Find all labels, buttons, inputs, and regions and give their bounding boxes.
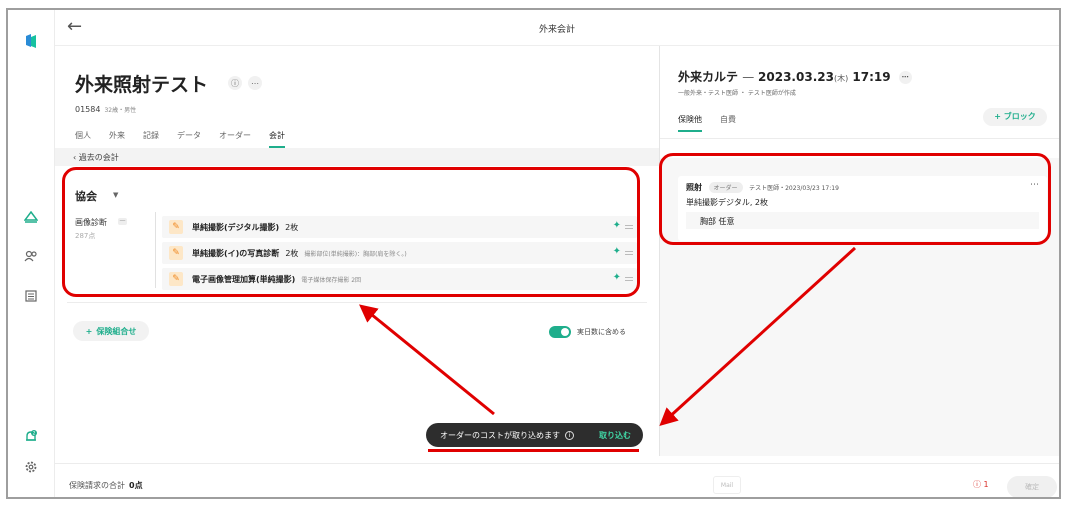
annotation-arrow-billing: [359, 304, 495, 416]
annotation-arrows: [359, 246, 857, 427]
annotation-arrow-order: [659, 246, 857, 427]
